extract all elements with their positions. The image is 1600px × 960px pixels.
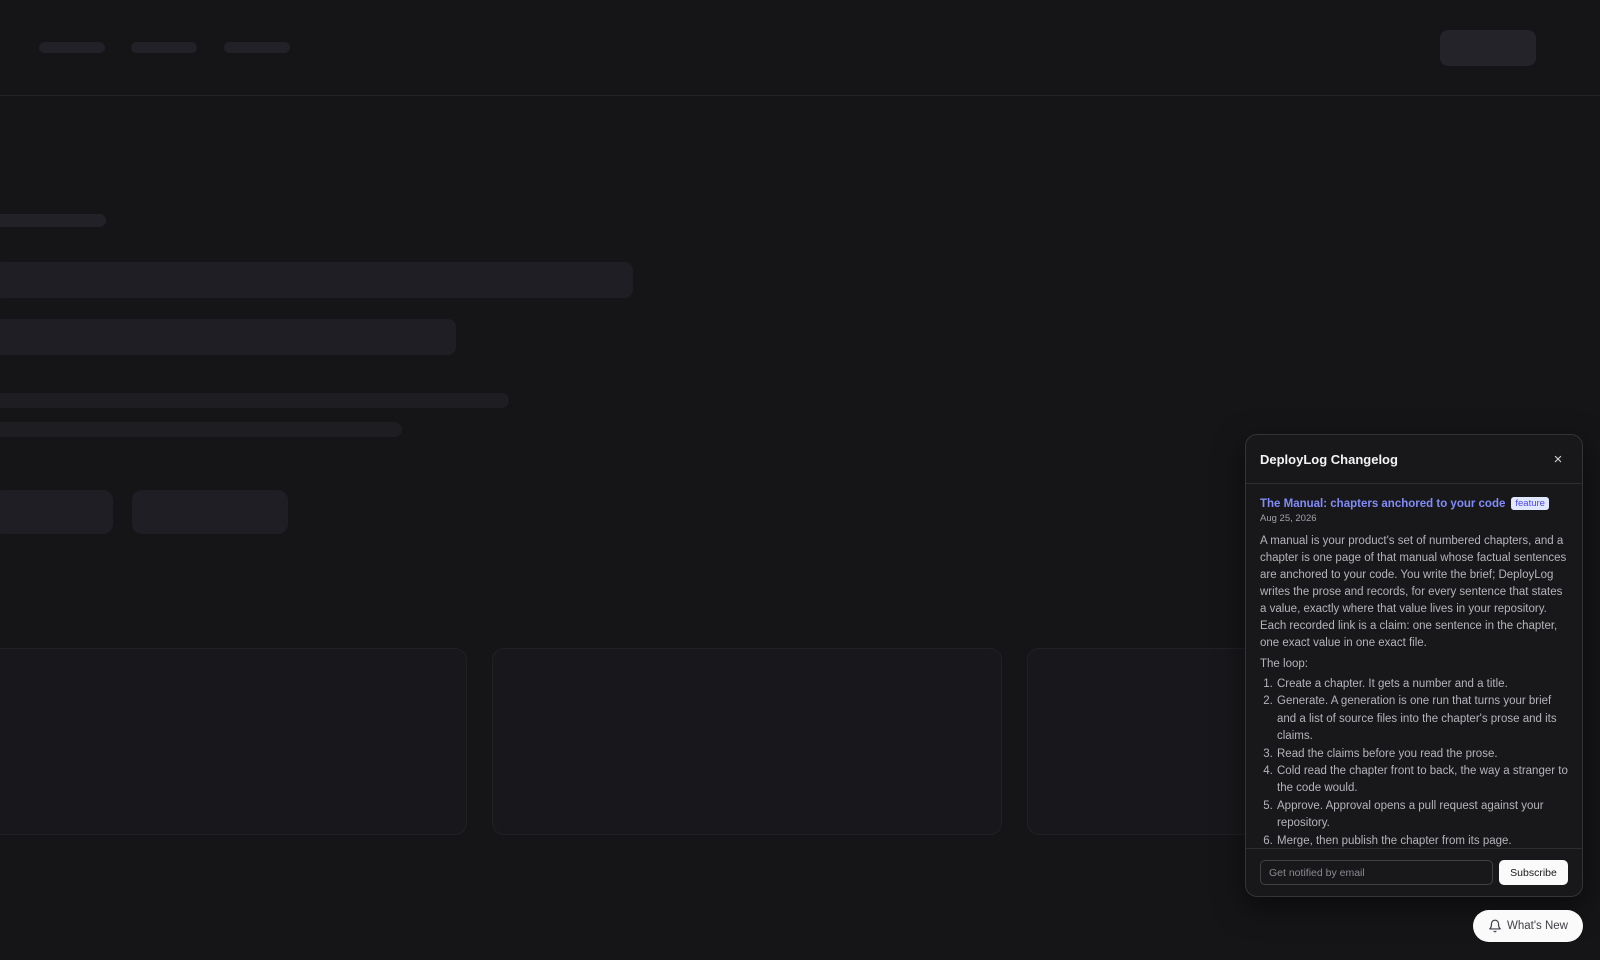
changelog-body[interactable]: The Manual: chapters anchored to your co… (1246, 484, 1582, 849)
entry-title-link[interactable]: The Manual: chapters anchored to your co… (1260, 498, 1505, 510)
nav-link-placeholder (224, 42, 290, 53)
list-item: Cold read the chapter front to back, the… (1276, 763, 1568, 798)
content-card-placeholder (492, 648, 1002, 835)
list-item: Read the claims before you read the pros… (1276, 746, 1568, 763)
changelog-panel: DeployLog Changelog × The Manual: chapte… (1245, 434, 1583, 897)
subscribe-button[interactable]: Subscribe (1499, 860, 1568, 885)
cta-button-placeholder (0, 490, 113, 534)
entry-description: A manual is your product's set of number… (1260, 535, 1567, 649)
top-navigation-bar (0, 0, 1600, 96)
entry-date: Aug 25, 2026 (1260, 513, 1317, 524)
list-item: Merge, then publish the chapter from its… (1276, 833, 1568, 849)
headline-placeholder (0, 319, 456, 355)
cta-button-placeholder (132, 490, 288, 534)
subscribe-form: Subscribe (1246, 848, 1582, 896)
list-item: Create a chapter. It gets a number and a… (1276, 676, 1568, 693)
bell-icon (1488, 919, 1502, 933)
nav-link-placeholder (39, 42, 105, 53)
entry-header: The Manual: chapters anchored to your co… (1260, 497, 1568, 510)
entry-steps-list: Create a chapter. It gets a number and a… (1260, 676, 1568, 849)
headline-placeholder (0, 262, 633, 298)
changelog-header: DeployLog Changelog × (1246, 435, 1582, 484)
paragraph-placeholder (0, 393, 509, 408)
email-field[interactable] (1260, 860, 1493, 885)
paragraph-placeholder (0, 422, 402, 437)
nav-link-placeholder (131, 42, 197, 53)
entry-type-badge: feature (1511, 497, 1549, 510)
close-button[interactable]: × (1548, 449, 1568, 469)
list-item: Approve. Approval opens a pull request a… (1276, 798, 1568, 833)
changelog-entry: The Manual: chapters anchored to your co… (1260, 497, 1568, 849)
list-item: Generate. A generation is one run that t… (1276, 693, 1568, 745)
eyebrow-placeholder (0, 214, 106, 227)
changelog-title: DeployLog Changelog (1260, 451, 1398, 467)
content-card-placeholder (1027, 648, 1277, 835)
header-button-placeholder (1440, 30, 1536, 66)
entry-subheading: The loop: (1260, 658, 1308, 670)
whats-new-button[interactable]: What's New (1473, 910, 1583, 942)
whats-new-label: What's New (1507, 920, 1568, 932)
content-card-placeholder (0, 648, 467, 835)
